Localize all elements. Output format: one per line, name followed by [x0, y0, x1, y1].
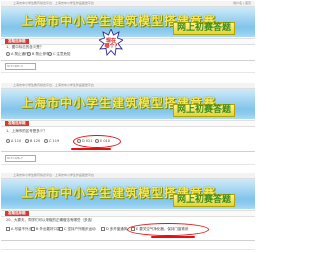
annotation-underline [151, 236, 195, 238]
question-text: 1、上海市的区号是多少？ [6, 129, 47, 133]
panel-2: 上海市中小学生教育综合平台 · 上海市中小学生作品报送平台 上海市中小学生建筑模… [1, 83, 255, 167]
divider [1, 60, 255, 61]
annotation-starburst-badge: 现在 哪个? [99, 29, 123, 57]
radio-button[interactable] [44, 139, 48, 143]
divider [1, 164, 255, 165]
answer-option[interactable]: C 注意危险 [48, 52, 71, 57]
panel-3: 上海市中小学生教育综合平台 · 上海市中小学生作品报送平台 上海市中小学生建筑模… [1, 173, 255, 252]
radio-button[interactable] [6, 52, 10, 56]
answer-option[interactable]: D 多开窗通风 [101, 227, 127, 232]
round-label: 网上初赛答题 [172, 194, 235, 207]
site-header-links[interactable]: 上海市中小学生教育综合平台 · 上海市中小学生作品报送平台 [13, 1, 94, 6]
divider [1, 249, 255, 250]
site-header-links[interactable]: 上海市中小学生教育综合平台 · 上海市中小学生作品报送平台 [13, 173, 94, 178]
answer-option[interactable]: C 119 [44, 139, 59, 143]
divider [1, 151, 255, 152]
answer-option[interactable]: B 外出戴好口罩 [31, 227, 61, 232]
radio-button[interactable] [48, 52, 52, 56]
radio-button[interactable] [25, 139, 29, 143]
answer-code-field[interactable]: 9c7c126-7 [5, 155, 36, 162]
checkbox[interactable] [59, 227, 63, 231]
divider [1, 240, 255, 241]
answer-option[interactable]: A 禁止通行 [6, 52, 29, 57]
answer-option[interactable]: B 禁止停车 [27, 52, 50, 57]
contest-banner: 上海市中小学生建筑模型搭建竞赛 网上初赛答题 [1, 7, 255, 37]
annotation-circle [127, 223, 209, 236]
question-text: 20、大雾天，同学们可以采取的正确做法有哪些（多选） [6, 218, 95, 222]
answer-option[interactable]: B 120 [25, 139, 40, 143]
round-label: 网上初赛答题 [172, 22, 235, 35]
checkbox[interactable] [101, 227, 105, 231]
section-tab[interactable]: 答题选择题 [5, 211, 29, 216]
answer-option[interactable]: A 尽量不外出 [6, 227, 32, 232]
section-tab[interactable]: 答题选择题 [5, 121, 29, 126]
checkbox[interactable] [6, 227, 10, 231]
round-label: 网上初赛答题 [172, 104, 235, 117]
radio-button[interactable] [6, 139, 10, 143]
contest-banner: 上海市中小学生建筑模型搭建竞赛 网上初赛答题 [1, 179, 255, 209]
contest-banner: 上海市中小学生建筑模型搭建竞赛 网上初赛答题 [1, 89, 255, 119]
site-header-links[interactable]: 上海市中小学生教育综合平台 · 上海市中小学生作品报送平台 [13, 83, 94, 88]
panel-1: 上海市中小学生教育综合平台 · 上海市中小学生作品报送平台 用户名 | 首页 上… [1, 1, 255, 77]
checkbox[interactable] [31, 227, 35, 231]
radio-button[interactable] [27, 52, 31, 56]
question-text: 1、图中标志的含义是？ [6, 45, 44, 49]
annotation-circle [73, 135, 121, 148]
section-tab[interactable]: 答题选择题 [5, 39, 29, 44]
section-bar: 答题选择题 [1, 210, 255, 217]
answer-code-field[interactable]: 9c7c401-3 [5, 63, 36, 70]
answer-option[interactable]: C 坚持户外跑步运动 [59, 227, 96, 232]
section-bar: 答题选择题 [1, 120, 255, 127]
divider [1, 72, 255, 73]
annotation-underline [71, 148, 111, 150]
user-links[interactable]: 用户名 | 首页 [233, 1, 251, 6]
section-bar: 答题选择题 [1, 38, 255, 45]
badge-text-line2: 哪个? [105, 43, 118, 50]
answer-option[interactable]: A 110 [6, 139, 21, 143]
